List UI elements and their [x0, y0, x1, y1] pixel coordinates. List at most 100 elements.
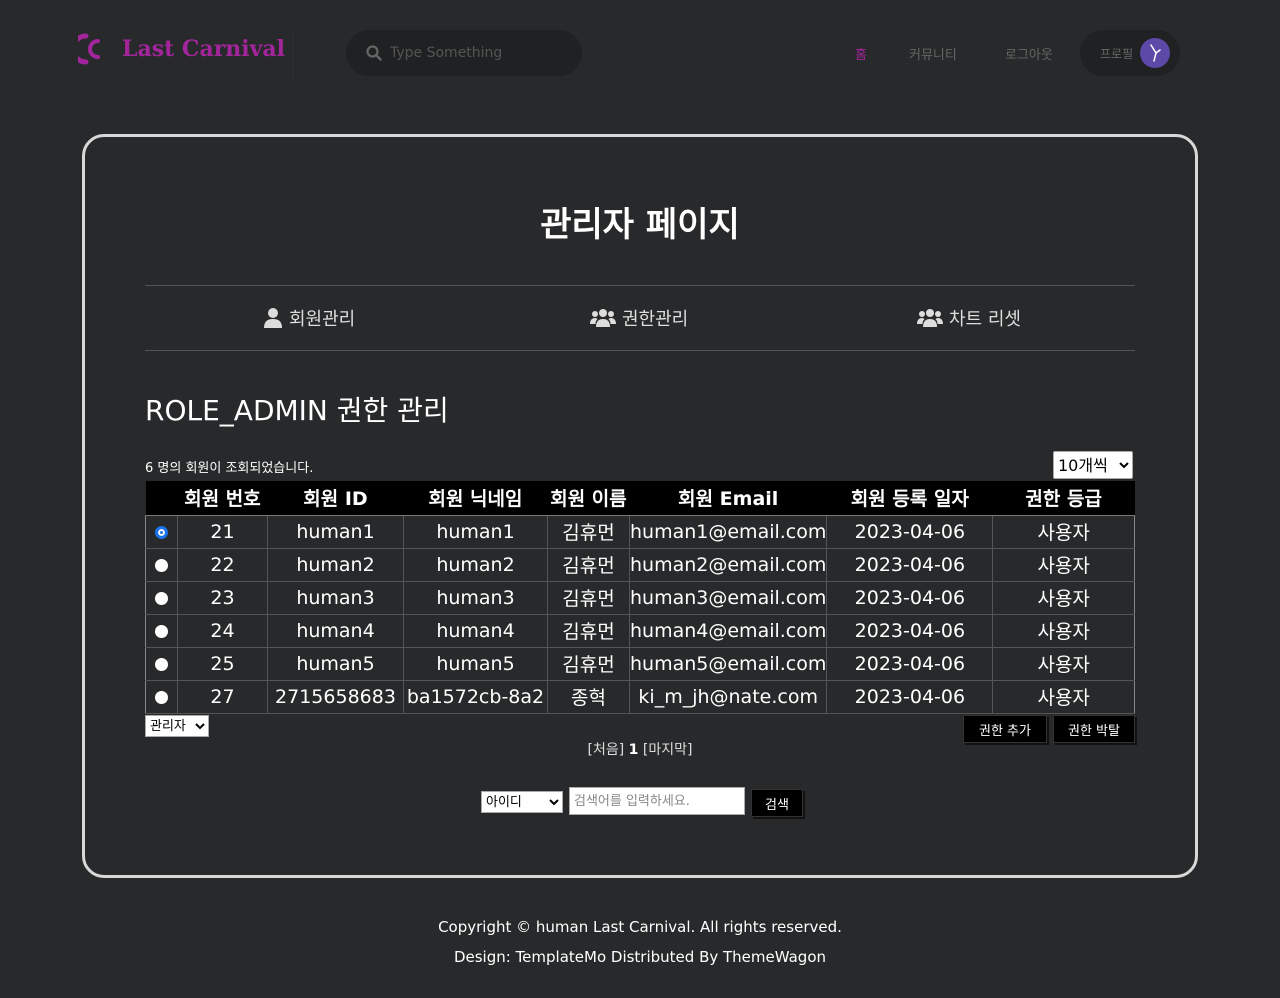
cell-nickname: human3 [403, 580, 548, 615]
admin-panel: 관리자 페이지 회원관리 권한관리 차트 리셋 ROLE_ADMIN 권한 관리… [82, 134, 1198, 878]
page-title: 관리자 페이지 [540, 205, 740, 245]
cell-no: 24 [177, 613, 268, 648]
pager-current-page[interactable]: 1 [629, 742, 639, 758]
pager-first-link[interactable]: [처음] [588, 742, 625, 758]
cell-grade: 사용자 [992, 679, 1135, 714]
cell-id: human5 [267, 646, 404, 681]
header-search[interactable] [346, 30, 582, 76]
table-row[interactable]: 27 2715658683 ba1572cb-8a2 종혁 ki_m_jh@na… [145, 679, 1135, 714]
cell-grade: 사용자 [992, 613, 1135, 648]
cell-date: 2023-04-06 [826, 514, 994, 549]
tab-role-management[interactable]: 권한관리 [590, 286, 688, 350]
table-row[interactable]: 23 human3 human3 김휴먼 human3@email.com 20… [145, 580, 1135, 615]
table-row[interactable]: 21 human1 human1 김휴먼 human1@email.com 20… [145, 514, 1135, 549]
cell-nickname: human5 [403, 646, 548, 681]
logo-text: Last Carnival [122, 36, 286, 62]
cell-id: human4 [267, 613, 404, 648]
tab-member-management[interactable]: 회원관리 [263, 286, 355, 350]
table-header-row: 회원 번호 회원 ID 회원 닉네임 회원 이름 회원 Email 회원 등록 … [145, 481, 1135, 516]
search-icon [366, 45, 382, 61]
search-input[interactable] [390, 45, 570, 61]
nav-community[interactable]: 커뮤니티 [909, 44, 957, 63]
col-email: 회원 Email [629, 481, 827, 516]
row-radio[interactable] [155, 591, 168, 605]
cell-no: 25 [177, 646, 268, 681]
table-row[interactable]: 22 human2 human2 김휴먼 human2@email.com 20… [145, 547, 1135, 582]
search-button[interactable]: 검색 [751, 789, 803, 817]
user-icon [264, 308, 282, 328]
cell-name: 김휴먼 [547, 613, 630, 648]
col-name: 회원 이름 [547, 481, 630, 516]
logo-icon [78, 33, 100, 65]
users-icon [917, 309, 943, 327]
cell-email: human4@email.com [628, 613, 828, 648]
avatar-figure-icon [1150, 44, 1161, 62]
table-row[interactable]: 25 human5 human5 김휴먼 human5@email.com 20… [145, 646, 1135, 681]
member-search-input[interactable] [569, 787, 745, 815]
cell-email: human2@email.com [628, 547, 828, 582]
pager-last-link[interactable]: [마지막] [643, 742, 693, 758]
cell-name: 김휴먼 [547, 580, 630, 615]
cell-grade: 사용자 [992, 514, 1135, 549]
site-logo[interactable]: Last Carnival [78, 32, 285, 66]
cell-name: 김휴먼 [547, 514, 630, 549]
cell-email: human1@email.com [628, 514, 828, 549]
nav-logout[interactable]: 로그아웃 [1005, 44, 1053, 63]
tab-chart-reset[interactable]: 차트 리셋 [917, 286, 1021, 350]
row-radio[interactable] [155, 690, 168, 704]
col-select [145, 481, 178, 516]
member-table: 회원 번호 회원 ID 회원 닉네임 회원 이름 회원 Email 회원 등록 … [145, 481, 1135, 714]
cell-email: ki_m_jh@nate.com [628, 679, 828, 714]
cell-date: 2023-04-06 [826, 547, 994, 582]
footer-copyright: Copyright © human Last Carnival. All rig… [438, 918, 842, 936]
footer-design-credit: Design: TemplateMo Distributed By ThemeW… [453, 948, 827, 966]
admin-tab-bar: 회원관리 권한관리 차트 리셋 [145, 285, 1135, 351]
cell-id: human3 [267, 580, 404, 615]
avatar [1140, 38, 1170, 68]
col-grade: 권한 등급 [992, 481, 1135, 516]
section-title: ROLE_ADMIN 권한 관리 [145, 394, 449, 427]
profile-label: 프로필 [1100, 46, 1134, 61]
cell-name: 김휴먼 [547, 646, 630, 681]
cell-name: 김휴먼 [547, 547, 630, 582]
row-radio[interactable] [155, 624, 168, 638]
role-select[interactable]: 관리자 [145, 715, 209, 737]
cell-date: 2023-04-06 [826, 613, 994, 648]
table-row[interactable]: 24 human4 human4 김휴먼 human4@email.com 20… [145, 613, 1135, 648]
cell-date: 2023-04-06 [826, 646, 994, 681]
top-header: Last Carnival 홈 커뮤니티 로그아웃 프로필 [0, 0, 1280, 105]
pagination: [처음] 1 [마지막] [85, 739, 1195, 759]
page-size-select[interactable]: 10개씩 [1053, 451, 1133, 479]
col-date: 회원 등록 일자 [826, 481, 993, 516]
footer: Copyright © human Last Carnival. All rig… [0, 912, 1280, 972]
cell-date: 2023-04-06 [826, 679, 994, 714]
tab-label: 차트 리셋 [949, 309, 1021, 330]
cell-email: human5@email.com [628, 646, 828, 681]
cell-grade: 사용자 [992, 646, 1135, 681]
nav-home[interactable]: 홈 [855, 44, 867, 63]
col-nickname: 회원 닉네임 [403, 481, 548, 516]
users-icon [590, 309, 616, 327]
cell-grade: 사용자 [992, 547, 1135, 582]
cell-id: human2 [267, 547, 404, 582]
cell-email: human3@email.com [628, 580, 828, 615]
cell-no: 23 [177, 580, 268, 615]
cell-nickname: human2 [403, 547, 548, 582]
cell-nickname: human1 [403, 514, 548, 549]
header-divider [292, 30, 293, 80]
tab-label: 권한관리 [622, 309, 689, 330]
cell-name: 종혁 [547, 679, 630, 714]
cell-id: human1 [267, 514, 404, 549]
cell-nickname: human4 [403, 613, 548, 648]
tab-label: 회원관리 [289, 309, 356, 330]
search-type-select[interactable]: 아이디 [481, 791, 563, 813]
cell-grade: 사용자 [992, 580, 1135, 615]
cell-no: 21 [177, 514, 268, 549]
cell-id: 2715658683 [267, 679, 404, 714]
row-radio[interactable] [155, 558, 168, 572]
cell-no: 27 [177, 679, 268, 714]
row-radio[interactable] [155, 525, 168, 539]
row-radio[interactable] [155, 657, 168, 671]
profile-button[interactable]: 프로필 [1080, 30, 1180, 76]
cell-nickname: ba1572cb-8a2 [403, 679, 548, 714]
